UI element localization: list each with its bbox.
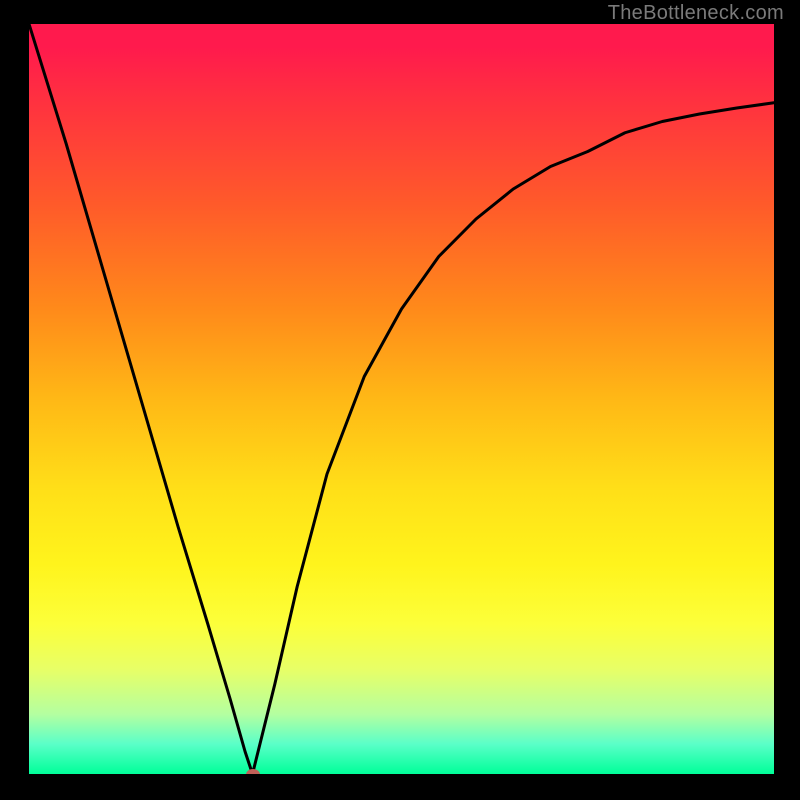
bottleneck-curve	[29, 24, 774, 774]
plot-area	[29, 24, 774, 774]
minimum-marker	[246, 769, 260, 775]
chart-frame: TheBottleneck.com	[0, 0, 800, 800]
curve-path	[29, 24, 774, 774]
watermark-text: TheBottleneck.com	[608, 2, 784, 25]
